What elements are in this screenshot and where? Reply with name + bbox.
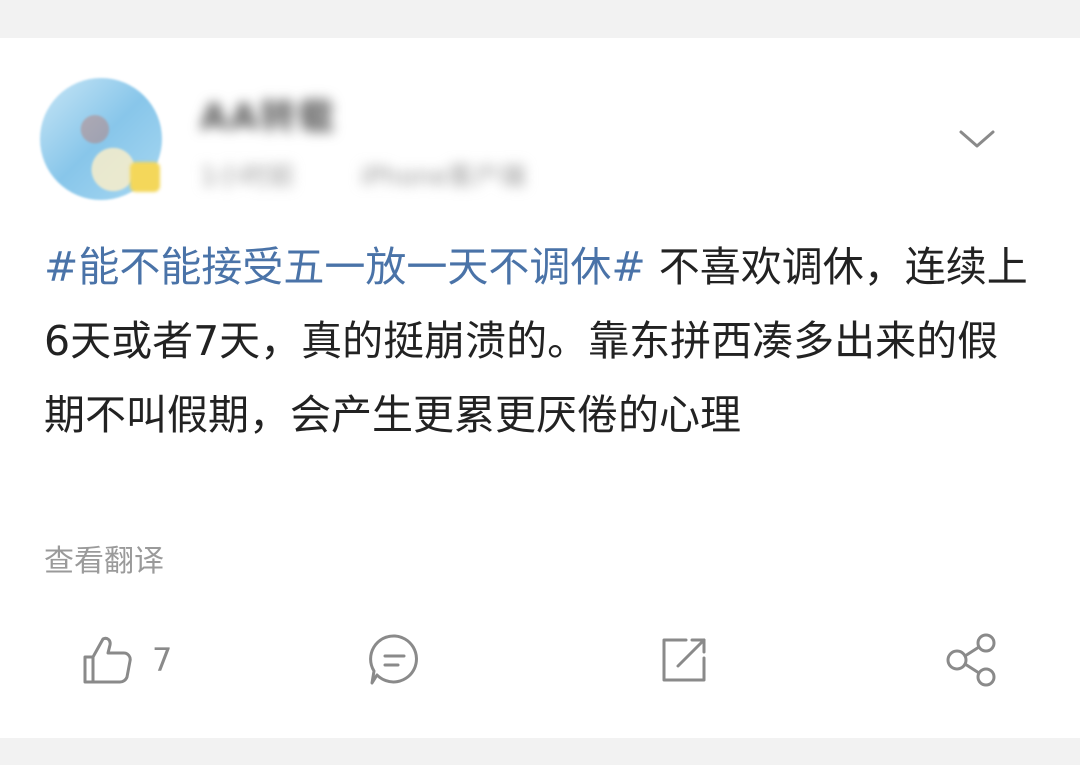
share-button[interactable] [942,630,1000,690]
post-body: #能不能接受五一放一天不调休# 不喜欢调休，连续上6天或者7天，真的挺崩溃的。靠… [44,230,1034,452]
thumbs-up-icon [83,636,132,684]
post-time: 1小时前 [200,162,295,192]
post-device: iPhone客户端 [360,162,526,192]
comment-button[interactable] [366,630,424,690]
comment-icon [369,634,418,685]
post-card: AA转载 1小时前 iPhone客户端 #能不能接受五一放一天不调休# 不喜欢调… [0,38,1080,738]
author-name[interactable]: AA转载 [200,88,336,138]
repost-icon [662,638,706,682]
verified-badge-icon [130,162,160,192]
translate-link[interactable]: 查看翻译 [44,536,164,580]
bottom-divider [0,740,1080,765]
chevron-down-icon[interactable] [955,124,999,154]
repost-button[interactable] [656,630,712,690]
hashtag-link[interactable]: #能不能接受五一放一天不调休# [44,243,646,291]
share-icon [946,633,996,687]
like-button[interactable]: 7 [80,630,172,690]
like-count: 7 [152,641,173,679]
